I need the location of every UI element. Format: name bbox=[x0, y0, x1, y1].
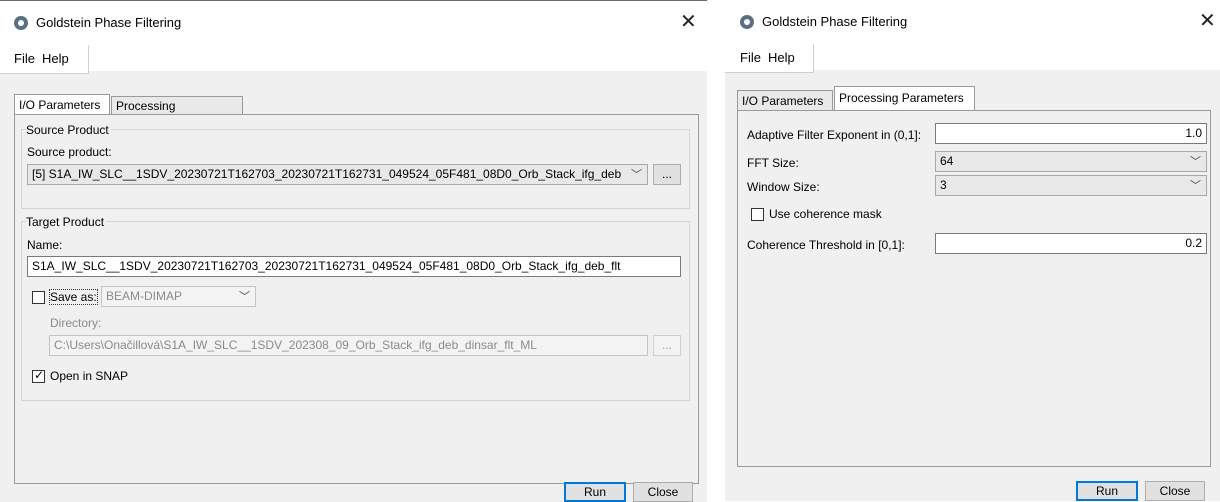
target-product-group-title: Target Product bbox=[26, 215, 107, 229]
snap-app-icon bbox=[14, 16, 28, 30]
run-button[interactable]: Run bbox=[1076, 481, 1138, 501]
target-name-input[interactable]: S1A_IW_SLC__1SDV_20230721T162703_2023072… bbox=[27, 256, 681, 277]
directory-input[interactable]: C:\Users\Onačillová\S1A_IW_SLC__1SDV_202… bbox=[49, 335, 648, 356]
dialog-io-parameters: Goldstein Phase Filtering ✕ File Help I/… bbox=[0, 0, 707, 502]
open-in-snap-checkbox[interactable]: ✓ bbox=[32, 368, 45, 383]
save-format-select[interactable]: BEAM-DIMAP ﹀ bbox=[101, 286, 256, 307]
snap-app-icon bbox=[740, 15, 754, 29]
title-bar: Goldstein Phase Filtering ✕ bbox=[0, 1, 707, 45]
coherence-threshold-label: Coherence Threshold in [0,1]: bbox=[747, 238, 905, 252]
fft-size-label: FFT Size: bbox=[747, 156, 799, 170]
dialog-processing-parameters: Goldstein Phase Filtering ✕ File Help I/… bbox=[725, 0, 1220, 501]
tab-io-parameters[interactable]: I/O Parameters bbox=[14, 94, 110, 114]
window-title: Goldstein Phase Filtering bbox=[36, 15, 182, 30]
close-icon[interactable]: ✕ bbox=[1199, 10, 1216, 30]
window-size-select[interactable]: 3 ﹀ bbox=[935, 175, 1207, 196]
chevron-down-icon: ﹀ bbox=[631, 168, 642, 181]
menu-bar: File Help bbox=[0, 45, 707, 74]
menu-bar: File Help bbox=[725, 44, 1220, 73]
chevron-down-icon: ﹀ bbox=[239, 290, 250, 303]
source-product-group-title: Source Product bbox=[26, 123, 111, 137]
checkmark-icon: ✓ bbox=[34, 368, 45, 382]
close-icon[interactable]: ✕ bbox=[680, 11, 697, 31]
menu-help[interactable]: Help bbox=[42, 51, 69, 66]
close-button[interactable]: Close bbox=[1145, 481, 1205, 501]
title-bar: Goldstein Phase Filtering ✕ bbox=[725, 0, 1220, 44]
menu-file[interactable]: File bbox=[14, 51, 35, 66]
window-title: Goldstein Phase Filtering bbox=[762, 14, 908, 29]
tab-processing-parameters[interactable]: Processing Parameters bbox=[111, 96, 243, 131]
source-product-label: Source product: bbox=[27, 145, 112, 159]
directory-browse-button[interactable]: ... bbox=[653, 335, 681, 356]
coherence-threshold-input[interactable]: 0.2 bbox=[935, 233, 1207, 254]
save-as-checkbox[interactable] bbox=[32, 291, 45, 304]
exponent-input[interactable]: 1.0 bbox=[935, 123, 1207, 144]
close-button[interactable]: Close bbox=[633, 482, 693, 502]
window-size-value: 3 bbox=[940, 178, 947, 192]
window-size-label: Window Size: bbox=[747, 180, 820, 194]
chevron-down-icon: ﹀ bbox=[1190, 155, 1201, 168]
save-as-label: Save as: bbox=[49, 289, 98, 305]
fft-size-select[interactable]: 64 ﹀ bbox=[935, 151, 1207, 172]
fft-size-value: 64 bbox=[940, 154, 954, 168]
menu-help[interactable]: Help bbox=[768, 50, 795, 65]
chevron-down-icon: ﹀ bbox=[1190, 179, 1201, 192]
directory-label: Directory: bbox=[50, 316, 102, 330]
open-in-snap-label: Open in SNAP bbox=[50, 369, 129, 383]
menu-file[interactable]: File bbox=[740, 50, 761, 65]
exponent-label: Adaptive Filter Exponent in (0,1]: bbox=[747, 128, 922, 142]
save-format-value: BEAM-DIMAP bbox=[106, 289, 183, 303]
name-label: Name: bbox=[27, 238, 63, 252]
run-button[interactable]: Run bbox=[564, 482, 626, 502]
source-browse-button[interactable]: ... bbox=[653, 164, 681, 185]
source-product-value: [5] S1A_IW_SLC__1SDV_20230721T162703_202… bbox=[32, 167, 622, 181]
coherence-mask-checkbox[interactable] bbox=[751, 208, 764, 221]
source-product-select[interactable]: [5] S1A_IW_SLC__1SDV_20230721T162703_202… bbox=[27, 164, 648, 185]
tab-io-parameters[interactable]: I/O Parameters bbox=[737, 90, 833, 110]
coherence-mask-label: Use coherence mask bbox=[769, 207, 882, 221]
tab-processing-parameters[interactable]: Processing Parameters bbox=[834, 86, 975, 110]
